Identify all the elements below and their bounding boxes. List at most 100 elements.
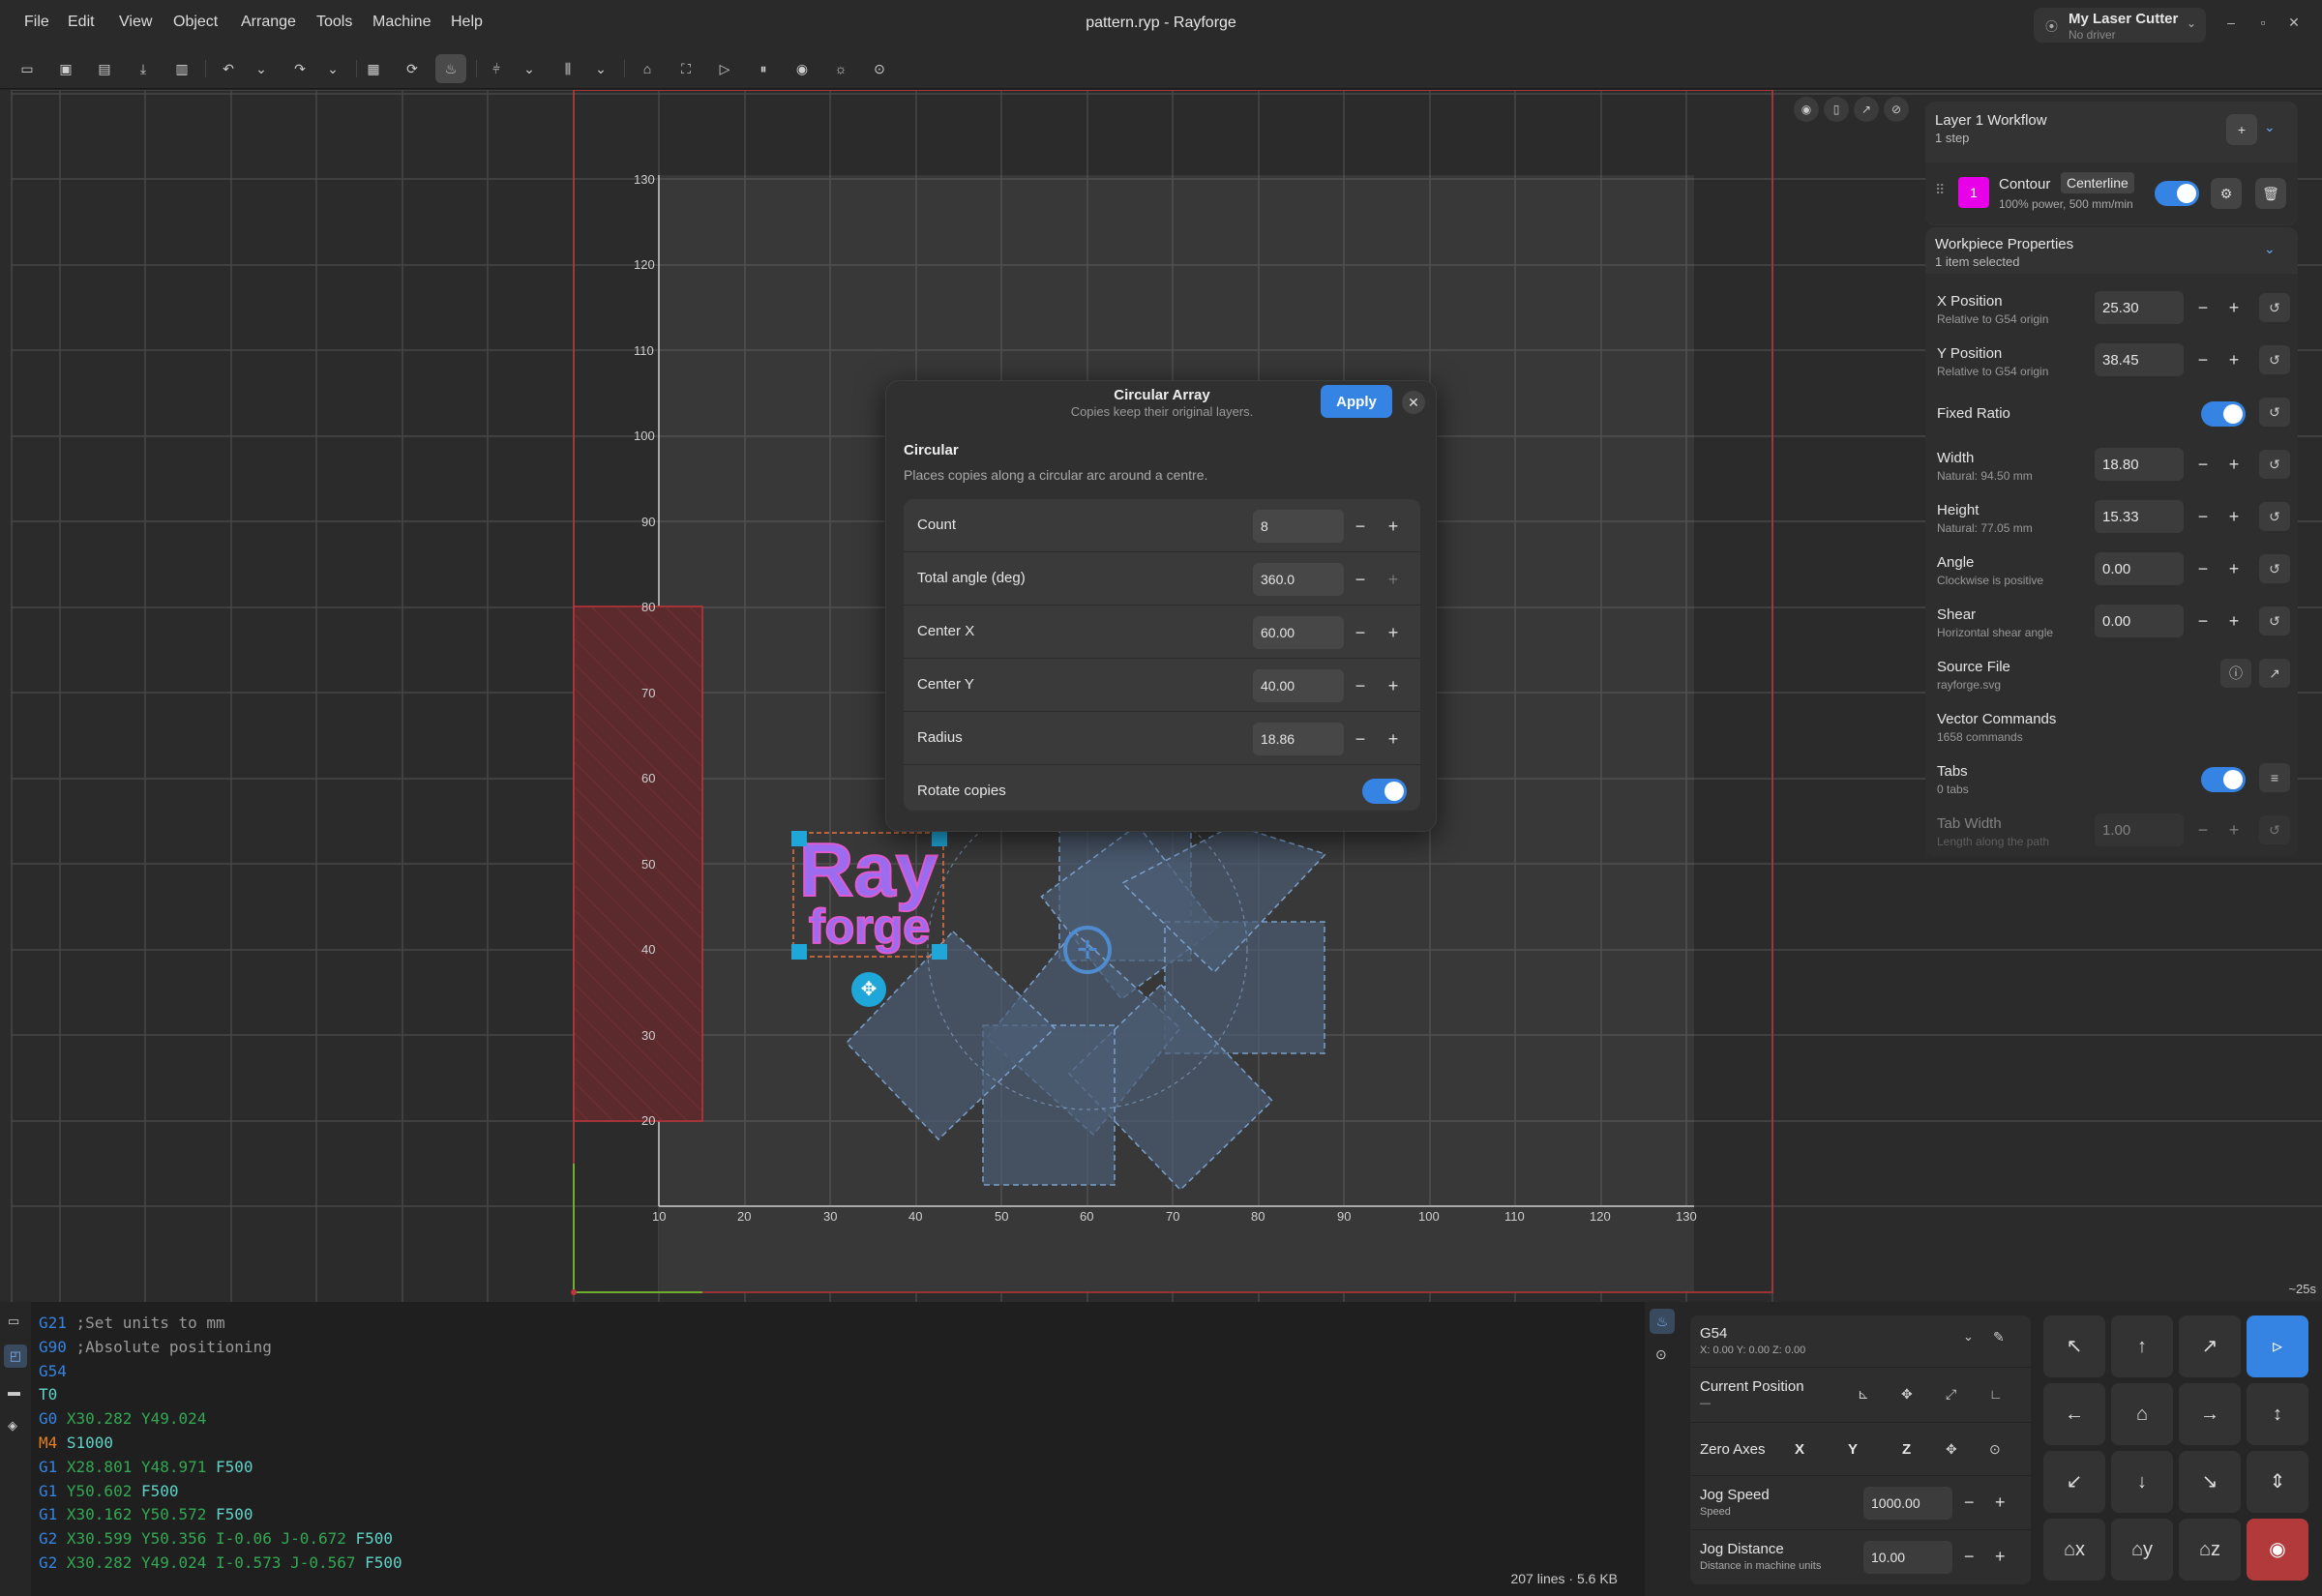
plus-icon[interactable]: + [2218, 552, 2249, 585]
resize-handle[interactable] [932, 831, 947, 846]
jog-play-icon[interactable]: ▹ [2247, 1315, 2308, 1377]
apply-button[interactable]: Apply [1321, 385, 1392, 418]
rotate-copies-toggle[interactable] [1362, 779, 1407, 804]
minus-icon[interactable]: − [2188, 813, 2218, 846]
redo-icon[interactable]: ↷ [284, 54, 315, 83]
minus-icon[interactable]: − [1344, 723, 1377, 755]
total-angle-input[interactable] [1253, 563, 1344, 596]
move-handle-icon[interactable]: ✥ [851, 972, 886, 1007]
minus-icon[interactable]: − [2188, 552, 2218, 585]
import-icon[interactable]: ⤓ [128, 54, 159, 83]
jog-right-icon[interactable]: → [2179, 1383, 2241, 1445]
zero-y-button[interactable]: Y [1848, 1441, 1858, 1458]
reset-icon[interactable]: ↺ [2259, 293, 2290, 322]
simulate-icon[interactable]: ▦ [358, 54, 389, 83]
minimize-icon[interactable]: – [2221, 15, 2241, 34]
close-icon[interactable]: ✕ [1402, 391, 1425, 414]
focus-icon[interactable]: ⊙ [864, 54, 895, 83]
radius-input[interactable] [1253, 723, 1344, 755]
plus-icon[interactable]: + [1377, 563, 1410, 596]
light-icon[interactable]: ☼ [825, 54, 856, 83]
plus-icon[interactable]: + [1377, 723, 1410, 755]
reset-icon[interactable]: ↺ [2259, 398, 2290, 427]
add-step-icon[interactable]: + [2226, 114, 2257, 145]
set-origin-icon[interactable]: ⊾ [1858, 1386, 1869, 1403]
visibility-icon[interactable]: ◉ [1794, 97, 1819, 122]
x-position-input[interactable] [2095, 291, 2184, 324]
minus-icon[interactable]: − [2188, 605, 2218, 637]
plus-icon[interactable]: + [1377, 616, 1410, 649]
jog-home-icon[interactable]: ⌂ [2111, 1383, 2173, 1445]
fixed-ratio-toggle[interactable] [2201, 401, 2246, 427]
plus-icon[interactable]: + [1995, 1547, 2006, 1567]
chevron-down-icon[interactable]: ⌄ [2264, 119, 2276, 135]
home-y-icon[interactable]: ⌂y [2111, 1519, 2173, 1581]
jog-down-left-icon[interactable]: ↙ [2043, 1451, 2105, 1513]
chevron-down-icon[interactable]: ⌄ [1963, 1329, 1974, 1345]
plus-icon[interactable]: + [2218, 343, 2249, 376]
reset-icon[interactable]: ↺ [2259, 606, 2290, 635]
close-icon[interactable]: ✕ [2284, 15, 2304, 34]
distribute-icon[interactable]: ⫼ [552, 54, 583, 83]
refresh-icon[interactable]: ⟳ [397, 54, 428, 83]
tabs-visibility-icon[interactable]: ▯ [1824, 97, 1849, 122]
save-as-icon[interactable]: ▤ [89, 54, 120, 83]
distribute-dropdown-icon[interactable]: ⌄ [585, 54, 616, 83]
zero-z-button[interactable]: Z [1902, 1441, 1911, 1458]
step-enabled-toggle[interactable] [2155, 181, 2199, 206]
resize-handle[interactable] [932, 944, 947, 960]
record-icon[interactable]: ◉ [787, 54, 818, 83]
axes-icon[interactable]: ∟ [1989, 1386, 2003, 1402]
plus-icon[interactable]: + [2218, 813, 2249, 846]
redo-dropdown-icon[interactable]: ⌄ [317, 54, 348, 83]
workpiece-logo-top[interactable]: Ray [798, 831, 938, 908]
undo-dropdown-icon[interactable]: ⌄ [246, 54, 277, 83]
chevron-down-icon[interactable]: ⌄ [2264, 241, 2276, 257]
tabs-toggle[interactable] [2201, 767, 2246, 792]
height-input[interactable] [2095, 500, 2184, 533]
minus-icon[interactable]: − [2188, 291, 2218, 324]
reset-icon[interactable]: ↺ [2259, 554, 2290, 583]
info-icon[interactable]: ⓘ [2220, 659, 2251, 688]
move-to-icon[interactable]: ✥ [1901, 1386, 1913, 1403]
home-icon[interactable]: ⌂ [632, 54, 663, 83]
jog-speed-input[interactable] [1863, 1487, 1952, 1520]
workflow-step[interactable]: ⠿ 1 Contour Centerline 100% power, 500 m… [1925, 163, 2298, 224]
resize-handle[interactable] [791, 944, 807, 960]
jog-up-left-icon[interactable]: ↖ [2043, 1315, 2105, 1377]
properties-header[interactable]: Workpiece Properties 1 item selected ⌄ [1925, 227, 2298, 274]
plus-icon[interactable]: + [2218, 605, 2249, 637]
plus-icon[interactable]: + [2218, 448, 2249, 481]
plus-icon[interactable]: + [1995, 1493, 2006, 1513]
minus-icon[interactable]: − [1964, 1493, 1975, 1513]
emergency-stop-icon[interactable]: ◉ [2247, 1519, 2308, 1581]
minus-icon[interactable]: − [2188, 448, 2218, 481]
laser-icon[interactable]: ♨ [435, 54, 466, 83]
reset-icon[interactable]: ↺ [2259, 450, 2290, 479]
plus-icon[interactable]: + [2218, 500, 2249, 533]
angle-input[interactable] [2095, 552, 2184, 585]
corner-icon[interactable]: ⤢ [1946, 1386, 1956, 1403]
minus-icon[interactable]: − [1344, 563, 1377, 596]
workpiece-logo-bottom[interactable]: forge [808, 901, 931, 952]
minus-icon[interactable]: − [2188, 343, 2218, 376]
minus-icon[interactable]: − [1344, 616, 1377, 649]
reset-icon[interactable]: ↺ [2259, 345, 2290, 374]
export-icon[interactable]: ▥ [166, 54, 197, 83]
pause-icon[interactable]: ⏸ [748, 54, 779, 83]
drag-handle-icon[interactable]: ⠿ [1935, 182, 1945, 198]
plus-icon[interactable]: + [1377, 669, 1410, 702]
laser-icon[interactable]: ♨ [1650, 1309, 1675, 1334]
jog-up-right-icon[interactable]: ↗ [2179, 1315, 2241, 1377]
open-file-icon[interactable]: ▭ [12, 54, 43, 83]
jog-left-icon[interactable]: ← [2043, 1383, 2105, 1445]
minus-icon[interactable]: − [1964, 1547, 1975, 1567]
width-input[interactable] [2095, 448, 2184, 481]
gcode-preview[interactable]: ▭ ◰ ▬ ◈ G21 ;Set units to mm G90 ;Absolut… [0, 1302, 1645, 1596]
zero-x-button[interactable]: X [1795, 1441, 1804, 1458]
gear-icon[interactable]: ⚙ [2211, 178, 2242, 209]
minus-icon[interactable]: − [1344, 669, 1377, 702]
tabs-settings-icon[interactable]: ≡ [2259, 763, 2290, 792]
tab-width-input[interactable] [2095, 813, 2184, 846]
edit-icon[interactable]: ✎ [1993, 1329, 2005, 1345]
